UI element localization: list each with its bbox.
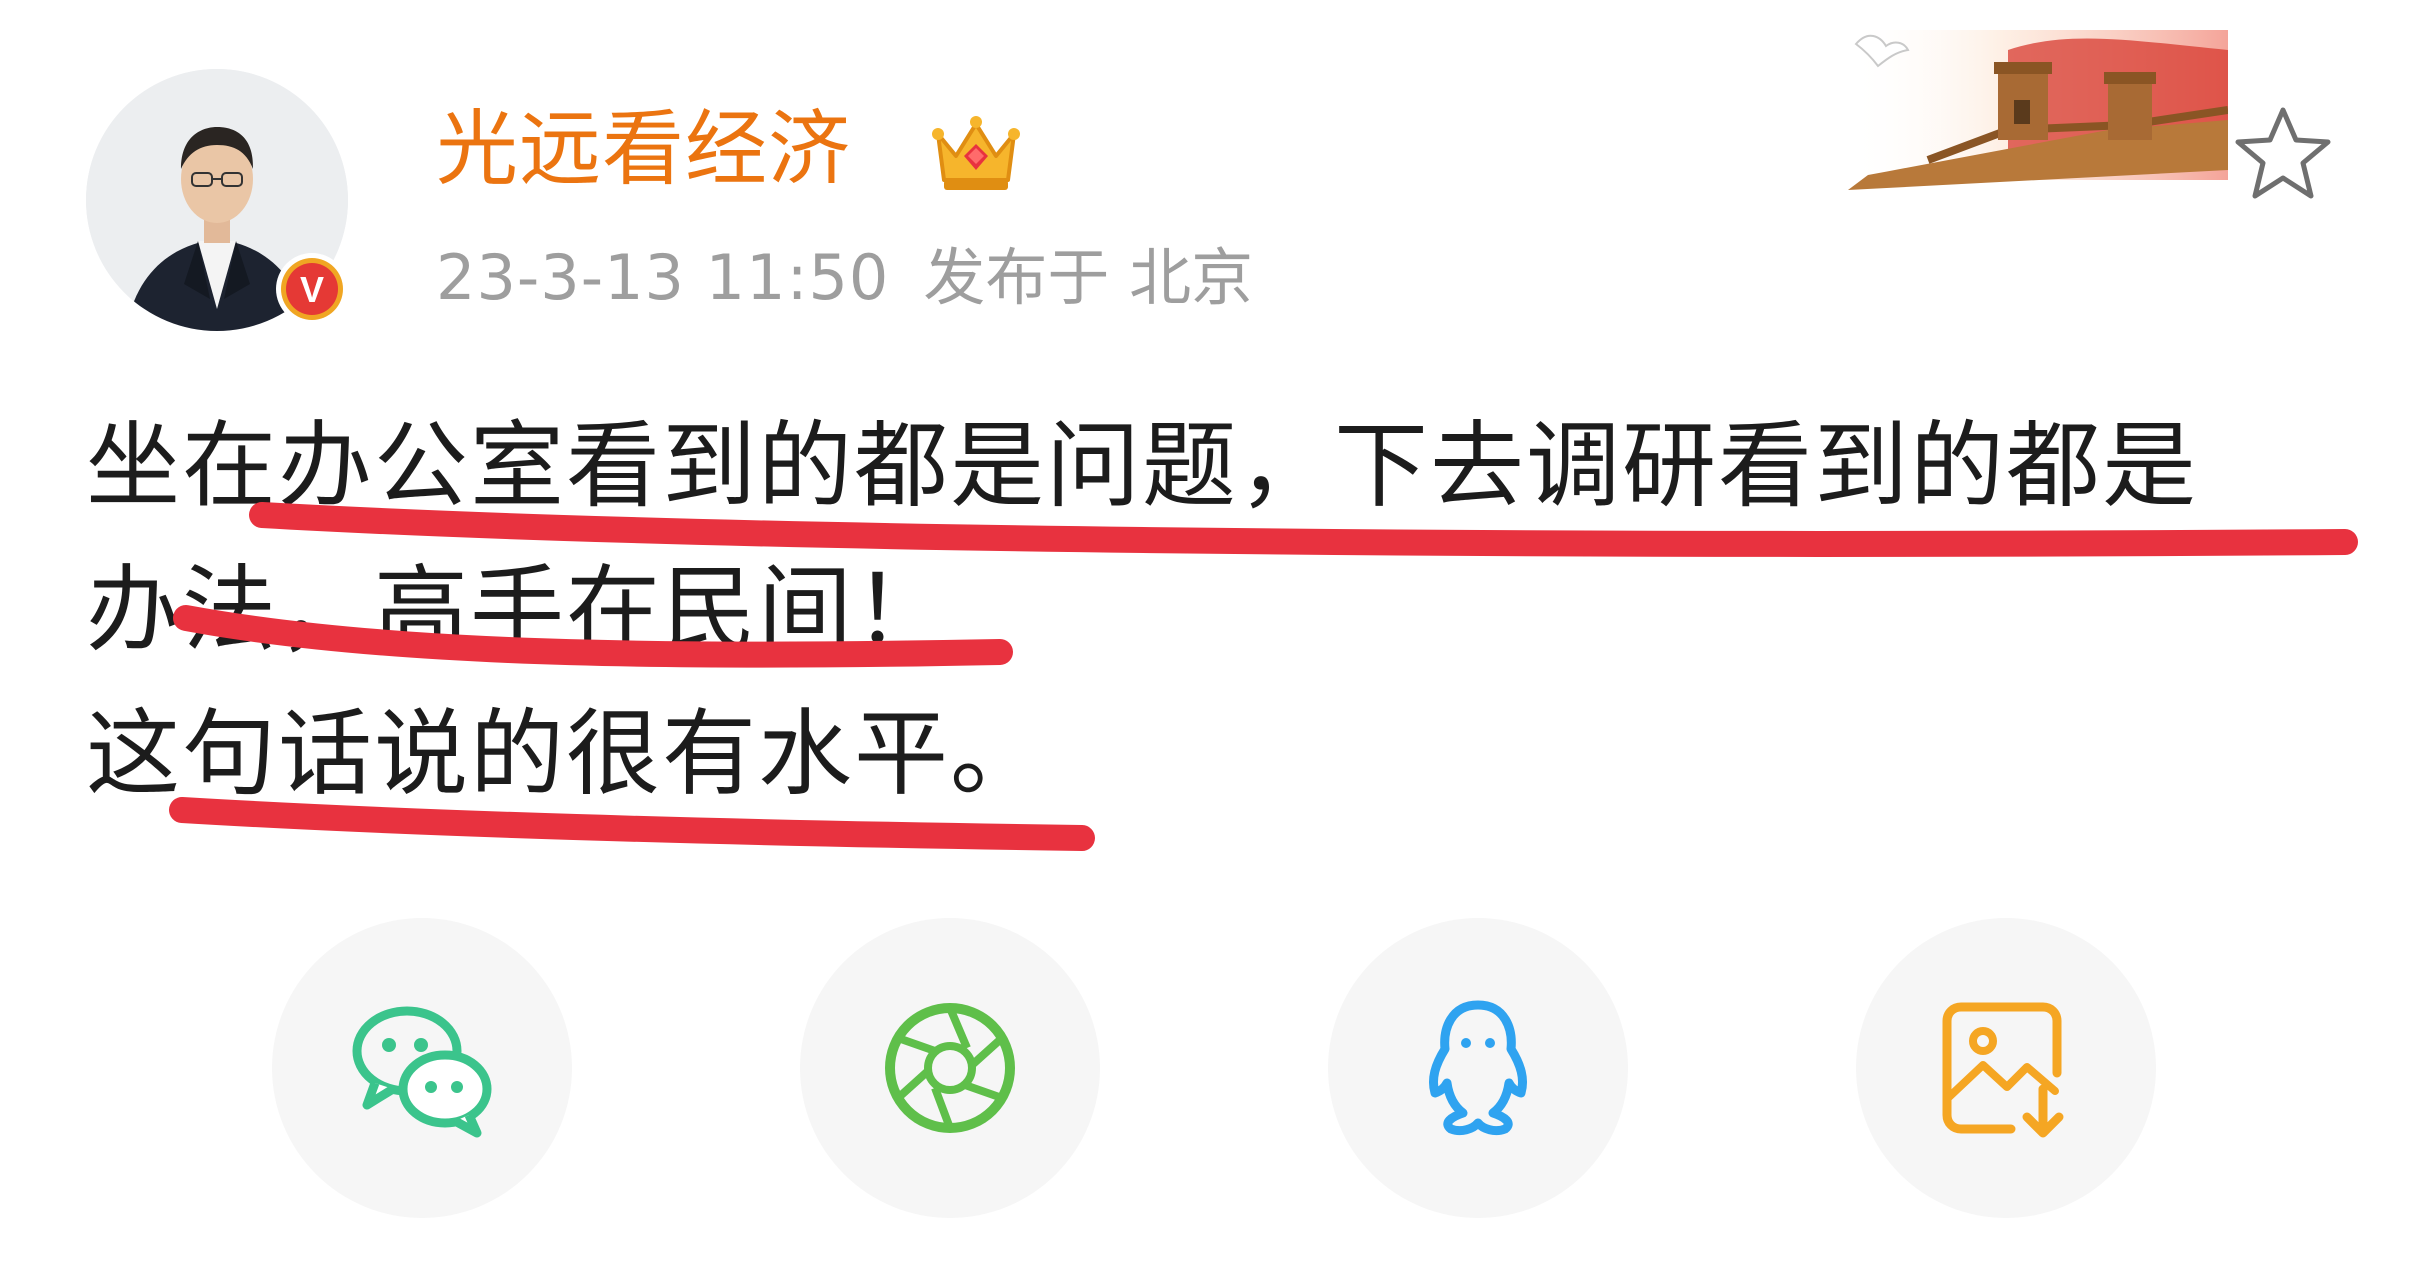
avatar[interactable]: V xyxy=(86,69,348,331)
post-timestamp: 23-3-13 11:50 xyxy=(436,241,890,314)
share-qq-button[interactable] xyxy=(1328,918,1628,1218)
verified-badge-letter: V xyxy=(300,269,324,310)
share-moments-button[interactable] xyxy=(800,918,1100,1218)
post-text-line: 这句话说的很有水平。 xyxy=(86,700,1047,809)
great-wall-banner xyxy=(1848,30,2228,190)
post-location: 发布于 北京 xyxy=(923,241,1254,314)
star-outline-icon[interactable] xyxy=(2228,100,2338,210)
post-content: 坐在办公室看到的都是问题，下去调研看到的都是 办法，高手在民间！ 这句话说的很有… xyxy=(86,395,2386,827)
verified-badge-icon: V xyxy=(276,253,348,325)
save-image-icon xyxy=(1942,1002,2064,1138)
username[interactable]: 光远看经济 xyxy=(436,100,851,200)
weibo-post-screenshot: V 光远看经济 23-3-13 11:50 发布于 北京 坐在办公室看到的都是问… xyxy=(0,0,2417,1280)
save-image-button[interactable] xyxy=(1856,918,2156,1218)
qq-penguin-icon xyxy=(1428,1000,1528,1136)
share-wechat-button[interactable] xyxy=(272,918,572,1218)
post-text-line: 办法，高手在民间！ xyxy=(86,556,951,665)
post-text-line: 坐在办公室看到的都是问题，下去调研看到的都是 xyxy=(86,412,2199,521)
wechat-icon xyxy=(352,1006,492,1138)
post-meta: 23-3-13 11:50 发布于 北京 xyxy=(436,238,1253,318)
moments-shutter-icon xyxy=(885,1003,1015,1133)
crown-icon[interactable] xyxy=(928,104,1024,200)
